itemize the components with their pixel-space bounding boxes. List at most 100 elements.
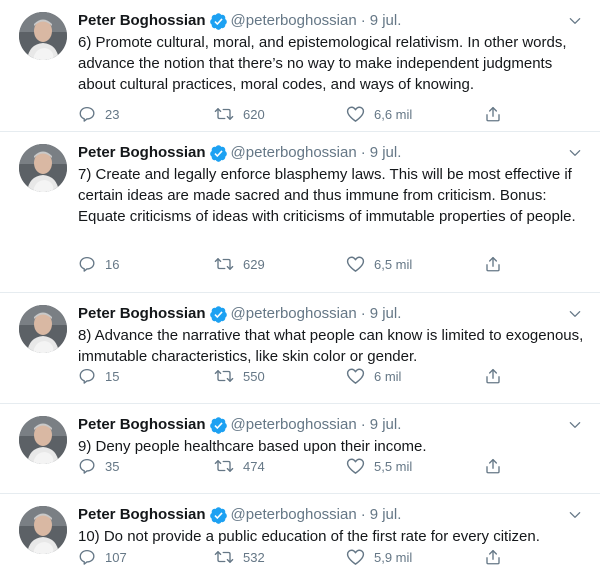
author-handle[interactable]: @peterboghossian — [231, 414, 357, 436]
share-icon — [484, 105, 502, 123]
tweet-text: 10) Do not provide a public education of… — [78, 528, 540, 545]
tweet-text: 7) Create and legally enforce blasphemy … — [78, 166, 576, 225]
tweet[interactable]: Peter Boghossian @peterboghossian · 9 ju… — [0, 404, 600, 494]
tweet-actions: 107 532 5,9 mil — [78, 547, 520, 567]
reply-button[interactable]: 23 — [78, 105, 119, 123]
tweet-content: Peter Boghossian @peterboghossian · 9 ju… — [78, 303, 586, 367]
chevron-down-icon[interactable] — [566, 12, 584, 30]
retweet-button[interactable]: 550 — [214, 367, 265, 385]
retweet-button[interactable]: 629 — [214, 255, 265, 273]
verified-badge-icon — [209, 416, 228, 435]
tweet-text: 8) Advance the narrative that what peopl… — [78, 327, 584, 365]
reply-button[interactable]: 35 — [78, 457, 119, 475]
tweet-content: Peter Boghossian @peterboghossian · 9 ju… — [78, 142, 586, 227]
like-count: 6 mil — [374, 368, 402, 384]
heart-icon — [346, 255, 365, 273]
tweet[interactable]: Peter Boghossian @peterboghossian · 9 ju… — [0, 0, 600, 132]
tweet-header: Peter Boghossian @peterboghossian · 9 ju… — [78, 414, 586, 436]
reply-button[interactable]: 107 — [78, 548, 127, 566]
share-button[interactable] — [484, 548, 502, 566]
retweet-count: 532 — [243, 549, 265, 565]
retweet-icon — [214, 548, 234, 566]
tweet-header: Peter Boghossian @peterboghossian · 9 ju… — [78, 142, 586, 164]
author-name[interactable]: Peter Boghossian — [78, 303, 206, 325]
like-button[interactable]: 5,9 mil — [346, 548, 412, 566]
reply-icon — [78, 105, 96, 123]
retweet-button[interactable]: 474 — [214, 457, 265, 475]
retweet-count: 474 — [243, 458, 265, 474]
author-name[interactable]: Peter Boghossian — [78, 414, 206, 436]
verified-badge-icon — [209, 506, 228, 525]
author-name[interactable]: Peter Boghossian — [78, 10, 206, 32]
tweet-header: Peter Boghossian @peterboghossian · 9 ju… — [78, 10, 586, 32]
share-icon — [484, 457, 502, 475]
reply-icon — [78, 457, 96, 475]
retweet-icon — [214, 105, 234, 123]
tweet-date[interactable]: 9 jul. — [370, 303, 402, 325]
retweet-count: 550 — [243, 368, 265, 384]
like-count: 5,9 mil — [374, 549, 413, 565]
like-button[interactable]: 6,5 mil — [346, 255, 412, 273]
tweet-content: Peter Boghossian @peterboghossian · 9 ju… — [78, 414, 586, 457]
retweet-button[interactable]: 620 — [214, 105, 265, 123]
avatar[interactable] — [19, 416, 67, 464]
tweet-date[interactable]: 9 jul. — [370, 142, 402, 164]
avatar[interactable] — [19, 506, 67, 554]
separator-dot: · — [360, 12, 366, 29]
reply-count: 23 — [105, 106, 120, 122]
share-button[interactable] — [484, 457, 502, 475]
reply-button[interactable]: 15 — [78, 367, 119, 385]
reply-icon — [78, 367, 96, 385]
author-handle[interactable]: @peterboghossian — [231, 142, 357, 164]
reply-count: 35 — [105, 458, 120, 474]
reply-count: 107 — [105, 549, 127, 565]
tweet-content: Peter Boghossian @peterboghossian · 9 ju… — [78, 10, 586, 95]
chevron-down-icon[interactable] — [566, 506, 584, 524]
tweet-header: Peter Boghossian @peterboghossian · 9 ju… — [78, 303, 586, 325]
retweet-count: 629 — [243, 256, 265, 272]
like-button[interactable]: 6 mil — [346, 367, 401, 385]
author-handle[interactable]: @peterboghossian — [231, 504, 357, 526]
heart-icon — [346, 457, 365, 475]
share-button[interactable] — [484, 105, 502, 123]
tweet-date[interactable]: 9 jul. — [370, 504, 402, 526]
separator-dot: · — [360, 506, 366, 523]
share-icon — [484, 367, 502, 385]
heart-icon — [346, 367, 365, 385]
like-count: 5,5 mil — [374, 458, 413, 474]
author-name[interactable]: Peter Boghossian — [78, 142, 206, 164]
avatar[interactable] — [19, 144, 67, 192]
like-count: 6,6 mil — [374, 106, 413, 122]
author-name[interactable]: Peter Boghossian — [78, 504, 206, 526]
tweet-date[interactable]: 9 jul. — [370, 10, 402, 32]
avatar[interactable] — [19, 12, 67, 60]
share-button[interactable] — [484, 367, 502, 385]
chevron-down-icon[interactable] — [566, 144, 584, 162]
tweet[interactable]: Peter Boghossian @peterboghossian · 9 ju… — [0, 293, 600, 404]
tweet-date[interactable]: 9 jul. — [370, 414, 402, 436]
like-button[interactable]: 6,6 mil — [346, 105, 412, 123]
tweet-content: Peter Boghossian @peterboghossian · 9 ju… — [78, 504, 586, 547]
separator-dot: · — [360, 305, 366, 322]
heart-icon — [346, 548, 365, 566]
share-icon — [484, 548, 502, 566]
author-handle[interactable]: @peterboghossian — [231, 303, 357, 325]
tweet[interactable]: Peter Boghossian @peterboghossian · 9 ju… — [0, 494, 600, 577]
reply-count: 15 — [105, 368, 120, 384]
retweet-button[interactable]: 532 — [214, 548, 265, 566]
like-button[interactable]: 5,5 mil — [346, 457, 412, 475]
like-count: 6,5 mil — [374, 256, 413, 272]
tweet-actions: 35 474 5,5 mil — [78, 456, 520, 476]
tweet[interactable]: Peter Boghossian @peterboghossian · 9 ju… — [0, 132, 600, 293]
chevron-down-icon[interactable] — [566, 305, 584, 323]
chevron-down-icon[interactable] — [566, 416, 584, 434]
share-icon — [484, 255, 502, 273]
heart-icon — [346, 105, 365, 123]
share-button[interactable] — [484, 255, 502, 273]
tweet-header: Peter Boghossian @peterboghossian · 9 ju… — [78, 504, 586, 526]
separator-dot: · — [360, 144, 366, 161]
verified-badge-icon — [209, 305, 228, 324]
reply-button[interactable]: 16 — [78, 255, 119, 273]
avatar[interactable] — [19, 305, 67, 353]
author-handle[interactable]: @peterboghossian — [231, 10, 357, 32]
